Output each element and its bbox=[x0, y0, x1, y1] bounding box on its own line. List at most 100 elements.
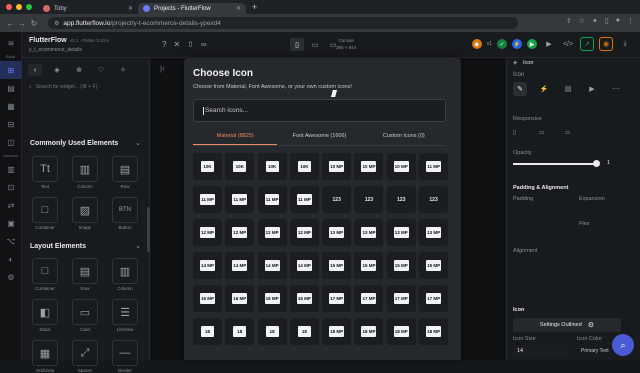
icon-option[interactable]: 11 MP bbox=[419, 153, 449, 180]
icon-option[interactable]: 18 bbox=[257, 318, 287, 345]
actions-tab-icon[interactable]: ⚡ bbox=[537, 82, 551, 96]
community-tab-icon[interactable]: ♡ bbox=[94, 64, 108, 76]
icon-option[interactable]: 12 MP bbox=[257, 219, 287, 246]
icon-option[interactable]: 123 bbox=[386, 186, 416, 213]
icon-option[interactable]: 16 MP bbox=[193, 285, 222, 312]
icon-option[interactable]: 14 MP bbox=[225, 252, 255, 279]
icon-option[interactable]: 16 MP bbox=[289, 285, 319, 312]
bookmark-star-icon[interactable]: ☆ bbox=[579, 17, 585, 25]
theme-icon[interactable]: ◐ bbox=[0, 250, 22, 268]
share-project-icon[interactable]: ⇧ bbox=[187, 40, 194, 49]
widget-tile-spacer[interactable]: ⤢ Spacer bbox=[70, 340, 100, 373]
run-mode-icon[interactable]: ▶ bbox=[527, 39, 537, 49]
components-tab-icon[interactable]: ◈ bbox=[50, 64, 64, 76]
extensions-icon[interactable]: ✦ bbox=[592, 17, 598, 25]
new-tab-icon[interactable]: + bbox=[252, 2, 257, 12]
icon-option[interactable]: 123 bbox=[419, 186, 449, 213]
icon-option[interactable]: 13 MP bbox=[322, 219, 352, 246]
download-icon[interactable]: ⤓ bbox=[618, 37, 632, 51]
icon-option[interactable]: 12 MP bbox=[225, 219, 255, 246]
opacity-slider-handle[interactable] bbox=[593, 160, 600, 167]
tab-font-awesome[interactable]: Font Awesome (1606) bbox=[277, 130, 361, 145]
tab-custom-icons[interactable]: Custom Icons (0) bbox=[362, 130, 446, 145]
app-values-icon[interactable]: ⊡ bbox=[0, 178, 22, 196]
help-chat-button[interactable]: ⌕ bbox=[612, 334, 634, 356]
check-status-icon[interactable]: ✓ bbox=[497, 39, 507, 49]
close-tab-icon[interactable]: ✕ bbox=[128, 5, 133, 12]
icon-option[interactable]: 15 MP bbox=[322, 252, 352, 279]
mobile-device-icon[interactable]: ▯ bbox=[290, 38, 304, 51]
api-calls-icon[interactable]: ⇄ bbox=[0, 196, 22, 214]
icon-option[interactable]: 123 bbox=[322, 186, 352, 213]
flutterflow-logo-icon[interactable]: ≋ bbox=[0, 34, 22, 52]
icon-option[interactable]: 15 MP bbox=[386, 252, 416, 279]
icon-option[interactable]: 17 MP bbox=[354, 285, 384, 312]
tab-material[interactable]: Material (8825) bbox=[193, 130, 278, 145]
desktop-visibility-icon[interactable]: ▭ bbox=[565, 130, 570, 136]
icon-option[interactable]: 18 bbox=[225, 318, 255, 345]
tools-icon[interactable]: ✕ bbox=[173, 40, 180, 49]
widget-tile-container[interactable]: □ Container bbox=[30, 258, 60, 291]
reload-icon[interactable]: ↻ bbox=[28, 19, 40, 28]
icon-option[interactable]: 17 MP bbox=[419, 285, 449, 312]
icon-option[interactable]: 123 bbox=[354, 186, 384, 213]
maximize-window-button[interactable] bbox=[26, 4, 32, 10]
properties-tab-icon[interactable]: ✎ bbox=[513, 82, 527, 96]
icon-option[interactable]: 11 MP bbox=[257, 186, 287, 213]
icon-picker-button[interactable]: Settings Outlined ⚙ bbox=[513, 318, 621, 332]
icon-option[interactable]: 13 MP bbox=[386, 219, 416, 246]
widget-search-input[interactable]: ⌕ Search for widget... (⌘ + F) bbox=[29, 81, 141, 93]
icon-option[interactable]: 14 MP bbox=[289, 252, 319, 279]
icon-option[interactable]: 11 MP bbox=[193, 186, 222, 213]
widgets-tab-icon[interactable]: ‹ bbox=[28, 64, 42, 76]
icon-option[interactable]: 10 MP bbox=[322, 153, 352, 180]
widget-tile-stack[interactable]: ◧ Stack bbox=[30, 299, 60, 332]
icon-option[interactable]: 18 bbox=[289, 318, 319, 345]
tablet-device-icon[interactable]: ▭ bbox=[308, 38, 322, 51]
icon-option[interactable]: 10 MP bbox=[354, 153, 384, 180]
widget-tile-card[interactable]: ▭ Card bbox=[70, 299, 100, 332]
custom-code-icon[interactable]: ⌥ bbox=[0, 232, 22, 250]
icon-option[interactable]: 10K bbox=[289, 153, 319, 180]
widget-tile-button[interactable]: BTN Button bbox=[110, 197, 140, 230]
collapse-panel-icon[interactable]: |‹ bbox=[160, 64, 165, 73]
preview-icon[interactable]: ▶ bbox=[542, 37, 556, 51]
widget-tile-column[interactable]: ▥ Column bbox=[110, 258, 140, 291]
code-view-icon[interactable]: </> bbox=[561, 37, 575, 51]
widget-tile-row[interactable]: ▤ Row bbox=[110, 156, 140, 189]
icon-option[interactable]: 16 MP bbox=[225, 285, 255, 312]
firestore-icon[interactable]: ▥ bbox=[0, 160, 22, 178]
widget-tile-column[interactable]: ▥ Column bbox=[70, 156, 100, 189]
icon-option[interactable]: 18 MP bbox=[386, 318, 416, 345]
mobile-visibility-icon[interactable]: ▯ bbox=[513, 130, 516, 136]
icon-option[interactable]: 13 MP bbox=[419, 219, 449, 246]
site-info-icon[interactable]: ⚙ bbox=[54, 20, 59, 27]
widget-tile-listview[interactable]: ☰ ListView bbox=[110, 299, 140, 332]
storyboard-icon[interactable]: ▦ bbox=[0, 97, 22, 115]
widget-palette-icon[interactable]: ⊞ bbox=[0, 61, 22, 79]
help-circle-icon[interactable]: ? bbox=[162, 40, 166, 49]
browser-tab-toby[interactable]: Toby ✕ bbox=[38, 3, 138, 14]
chevron-down-icon[interactable]: ⌄ bbox=[135, 242, 141, 250]
icon-option[interactable]: 16 MP bbox=[257, 285, 287, 312]
icon-size-field[interactable]: 14 bbox=[513, 345, 569, 357]
icon-option[interactable]: 15 MP bbox=[354, 252, 384, 279]
share-icon[interactable]: ⇪ bbox=[566, 17, 572, 25]
firebase-icon[interactable]: ◆ bbox=[471, 39, 482, 49]
icon-option[interactable]: 10K bbox=[225, 153, 255, 180]
page-selector-icon[interactable]: ▤ bbox=[0, 79, 22, 97]
widget-tile-gridview[interactable]: ▦ GridView bbox=[30, 340, 60, 373]
animation-tab-icon[interactable]: ▶ bbox=[585, 82, 599, 96]
icon-option[interactable]: 17 MP bbox=[386, 285, 416, 312]
icon-option[interactable]: 15 MP bbox=[419, 252, 449, 279]
backend-query-tab-icon[interactable]: ▤ bbox=[561, 82, 575, 96]
chevron-down-icon[interactable]: ⌄ bbox=[135, 139, 141, 147]
icon-option[interactable]: 12 MP bbox=[193, 219, 222, 246]
icon-option[interactable]: 10 MP bbox=[386, 153, 416, 180]
minimize-window-button[interactable] bbox=[16, 4, 22, 10]
back-icon[interactable]: ← bbox=[4, 19, 16, 28]
project-name[interactable]: FlutterFlow v3.1 · Flutter 3.10.6 bbox=[29, 37, 109, 44]
icon-option[interactable]: 18 bbox=[193, 318, 222, 345]
icon-option[interactable]: 17 MP bbox=[322, 285, 352, 312]
profile-icon[interactable]: ● bbox=[616, 17, 620, 25]
